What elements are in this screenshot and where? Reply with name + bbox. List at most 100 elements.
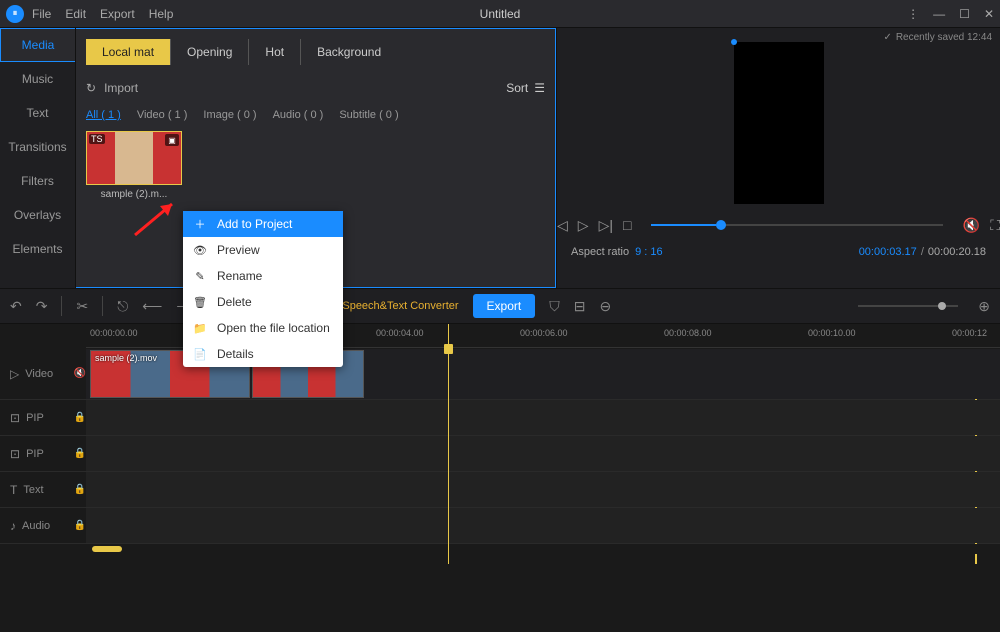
trim-left-button[interactable]: ⟵	[142, 298, 162, 315]
playhead-handle[interactable]	[444, 344, 453, 354]
sidebar-item-overlays[interactable]: Overlays	[0, 198, 75, 232]
track-label: PIP	[26, 448, 44, 460]
cm-preview[interactable]: 👁Preview	[183, 237, 343, 263]
resize-handle-icon[interactable]	[731, 39, 737, 45]
menu-export[interactable]: Export	[100, 7, 135, 21]
ruler-mark: 00:00:12	[952, 328, 987, 338]
zoom-in-button[interactable]: ⊕	[978, 298, 990, 315]
export-button[interactable]: Export	[473, 294, 536, 318]
pip-track-content[interactable]	[86, 436, 1000, 471]
scrollbar-thumb[interactable]	[92, 546, 122, 552]
sidebar-item-text[interactable]: Text	[0, 96, 75, 130]
seek-thumb[interactable]	[716, 220, 726, 230]
seek-slider[interactable]	[651, 224, 942, 226]
category-tab-background[interactable]: Background	[301, 39, 397, 65]
cm-rename[interactable]: ✎Rename	[183, 263, 343, 289]
cm-label: Details	[217, 347, 254, 361]
filter-all[interactable]: All ( 1 )	[86, 109, 121, 121]
track-text: T Text 🔒	[0, 472, 1000, 508]
sidebar-item-music[interactable]: Music	[0, 62, 75, 96]
sidebar-item-media[interactable]: Media	[0, 28, 75, 62]
speech-text-converter-button[interactable]: Speech&Text Converter	[342, 300, 458, 312]
camera-icon: ▣	[165, 134, 179, 146]
lock-icon[interactable]: 🔒	[74, 484, 86, 495]
menu-file[interactable]: File	[32, 7, 51, 21]
mute-icon[interactable]: 🔇	[74, 368, 86, 379]
track-pip-2: ⊡ PIP 🔒	[0, 436, 1000, 472]
audio-track-content[interactable]	[86, 508, 1000, 543]
sidebar-item-transitions[interactable]: Transitions	[0, 130, 75, 164]
text-track-content[interactable]	[86, 472, 1000, 507]
pip-track-content[interactable]	[86, 400, 1000, 435]
track-audio: ♪ Audio 🔒	[0, 508, 1000, 544]
zoom-out-button[interactable]: ⊖	[599, 298, 611, 315]
menu-help[interactable]: Help	[149, 7, 174, 21]
track-pip-1: ⊡ PIP 🔒	[0, 400, 1000, 436]
preview-panel: ✓ Recently saved 12:44 ◁ ▷ ▷| □ 🔇 ⛶ Aspe…	[556, 28, 1000, 288]
media-thumbnail[interactable]: TS ▣ sample (2).m...	[86, 131, 182, 200]
link-icon[interactable]: ⊟	[574, 298, 586, 315]
cm-details[interactable]: 📄Details	[183, 341, 343, 367]
sort-button[interactable]: Sort ☰	[506, 81, 545, 95]
preview-viewport[interactable]	[734, 42, 824, 204]
cm-label: Preview	[217, 243, 260, 257]
category-tab-hot[interactable]: Hot	[249, 39, 301, 65]
cut-button[interactable]: ✂	[76, 298, 88, 315]
cm-label: Add to Project	[217, 217, 292, 231]
refresh-icon: ↻	[86, 81, 96, 95]
redo-button[interactable]: ↷	[36, 298, 48, 315]
aspect-ratio-value[interactable]: 9 : 16	[635, 246, 663, 258]
text-track-icon: T	[10, 483, 17, 497]
context-menu: ＋Add to Project 👁Preview ✎Rename 🗑Delete…	[183, 211, 343, 367]
filter-image[interactable]: Image ( 0 )	[203, 109, 256, 121]
ruler-mark: 00:00:00.00	[90, 328, 138, 338]
track-label: Text	[23, 484, 43, 496]
separator	[61, 296, 62, 316]
titlebar: ⏸ File Edit Export Help Untitled ⋮ — ☐ ✕	[0, 0, 1000, 28]
aspect-ratio-label: Aspect ratio	[571, 246, 629, 258]
sort-label: Sort	[506, 81, 528, 95]
menu-edit[interactable]: Edit	[65, 7, 86, 21]
cm-add-to-project[interactable]: ＋Add to Project	[183, 211, 343, 237]
sidebar-item-elements[interactable]: Elements	[0, 232, 75, 266]
lock-icon[interactable]: 🔒	[74, 448, 86, 459]
lock-icon[interactable]: 🔒	[74, 412, 86, 423]
next-frame-button[interactable]: ▷|	[599, 217, 613, 234]
track-label: PIP	[26, 412, 44, 424]
left-sidebar: Media Music Text Transitions Filters Ove…	[0, 28, 76, 288]
undo-button[interactable]: ↶	[10, 298, 22, 315]
stop-button[interactable]: □	[623, 217, 631, 233]
playback-controls: ◁ ▷ ▷| □ 🔇 ⛶	[557, 210, 1000, 240]
video-track-icon: ▷	[10, 367, 19, 381]
zoom-slider[interactable]	[858, 305, 958, 307]
playhead-line	[448, 324, 449, 564]
cm-open-location[interactable]: 📁Open the file location	[183, 315, 343, 341]
check-icon: ✓	[883, 32, 891, 43]
prev-frame-button[interactable]: ◁	[557, 217, 568, 234]
pip-track-icon: ⊡	[10, 411, 20, 425]
split-button[interactable]: ⎋	[117, 298, 128, 315]
pencil-icon: ✎	[193, 270, 207, 283]
track-label: Video	[25, 368, 53, 380]
fullscreen-icon[interactable]: ⛶	[990, 217, 1000, 234]
lock-icon[interactable]: 🔒	[74, 520, 86, 531]
filter-video[interactable]: Video ( 1 )	[137, 109, 188, 121]
volume-icon[interactable]: 🔇	[963, 217, 980, 234]
minimize-button[interactable]: —	[933, 7, 945, 21]
filter-subtitle[interactable]: Subtitle ( 0 )	[339, 109, 398, 121]
zoom-slider-thumb[interactable]	[938, 302, 946, 310]
cm-delete[interactable]: 🗑Delete	[183, 289, 343, 315]
kebab-icon[interactable]: ⋮	[907, 7, 919, 21]
app-logo-icon: ⏸	[6, 5, 24, 23]
play-button[interactable]: ▷	[578, 217, 589, 234]
timeline-scrollbar[interactable]	[86, 544, 1000, 554]
close-button[interactable]: ✕	[984, 7, 994, 21]
import-button[interactable]: ↻ Import	[86, 81, 138, 95]
category-tab-local[interactable]: Local mat	[86, 39, 171, 65]
sidebar-item-filters[interactable]: Filters	[0, 164, 75, 198]
separator	[102, 296, 103, 316]
maximize-button[interactable]: ☐	[959, 7, 970, 21]
shield-icon[interactable]: ⛉	[549, 298, 560, 315]
category-tab-opening[interactable]: Opening	[171, 39, 249, 65]
filter-audio[interactable]: Audio ( 0 )	[273, 109, 324, 121]
